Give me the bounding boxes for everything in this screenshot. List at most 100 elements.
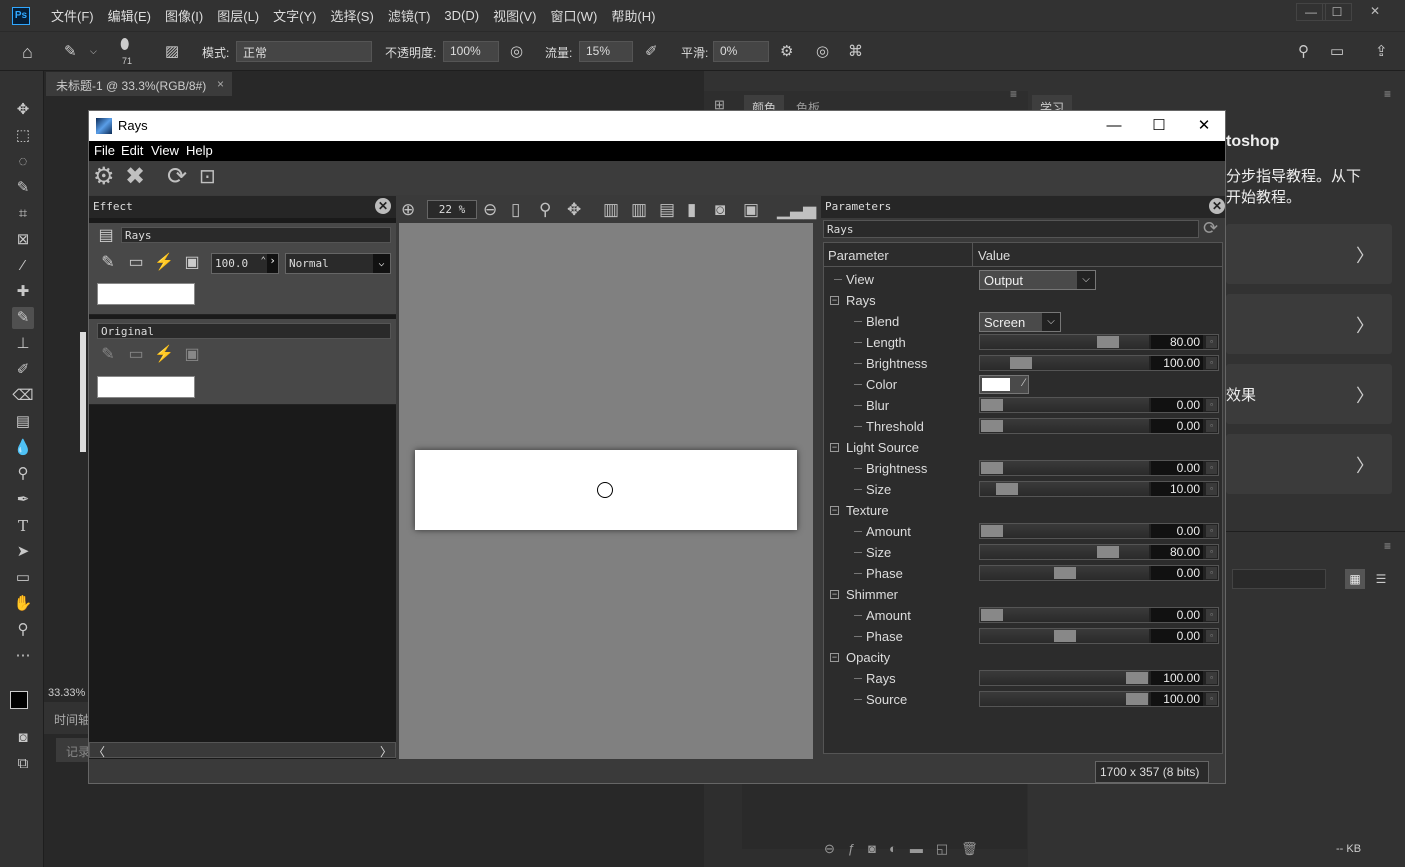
ps-menu-edit[interactable]: 编辑(E): [101, 6, 158, 25]
slider-track[interactable]: [980, 545, 1149, 559]
ps-menu-file[interactable]: 文件(F): [44, 6, 101, 25]
rays-maximize-button[interactable]: ☐: [1144, 116, 1174, 136]
document-tab[interactable]: 未标题-1 @ 33.3%(RGB/8#) ×: [46, 72, 232, 96]
pressure-size-icon[interactable]: ◎: [816, 42, 829, 60]
parameter-slider[interactable]: 100.00 ▫: [979, 355, 1219, 371]
collapse-icon[interactable]: −: [830, 590, 839, 599]
rays-minimize-button[interactable]: —: [1099, 116, 1129, 136]
slider-knob[interactable]: [1054, 567, 1076, 579]
eyedropper-tool-icon[interactable]: ⁄: [12, 255, 34, 277]
slider-knob[interactable]: [1054, 630, 1076, 642]
amount-spinner[interactable]: 100.0 ⌃ ›: [211, 253, 279, 274]
color-swatch[interactable]: [982, 378, 1010, 391]
mode-select[interactable]: 正常: [236, 41, 372, 62]
zoom-readout[interactable]: 33.33%: [48, 687, 85, 699]
chevron-left-icon[interactable]: 〈: [93, 743, 105, 760]
light-source-handle[interactable]: [597, 482, 613, 498]
slider-track[interactable]: [980, 398, 1149, 412]
learn-card-1[interactable]: 〉: [1226, 224, 1392, 284]
parameter-slider[interactable]: 0.00 ▫: [979, 418, 1219, 434]
close-icon[interactable]: ✕: [375, 198, 391, 214]
preview-canvas[interactable]: [399, 223, 813, 759]
slider-track[interactable]: [980, 356, 1149, 370]
slider-track[interactable]: [980, 671, 1149, 685]
chevron-right-icon[interactable]: ›: [267, 254, 278, 273]
page-icon[interactable]: ▮: [687, 199, 696, 221]
effect-hscrollbar[interactable]: 〈 〉: [89, 742, 396, 760]
rays-close-button[interactable]: ✕: [1189, 116, 1219, 136]
history-brush-tool-icon[interactable]: ✐: [12, 359, 34, 381]
slider-knob[interactable]: [981, 462, 1003, 474]
ps-menu-select[interactable]: 选择(S): [323, 6, 380, 25]
ps-menu-window[interactable]: 窗口(W): [543, 6, 604, 25]
brush-tool-icon[interactable]: ✎: [64, 42, 77, 60]
parameter-slider[interactable]: 80.00 ▫: [979, 544, 1219, 560]
grid-view-icon[interactable]: ▦: [1345, 569, 1365, 589]
quick-mask-icon[interactable]: ◙: [12, 727, 34, 749]
spin-icon[interactable]: ▫: [1206, 336, 1217, 348]
spin-icon[interactable]: ▫: [1206, 462, 1217, 474]
spin-icon[interactable]: ▫: [1206, 399, 1217, 411]
pressure-opacity-icon[interactable]: ◎: [510, 42, 523, 60]
slider-knob[interactable]: [1097, 546, 1119, 558]
spin-icon[interactable]: ▫: [1206, 525, 1217, 537]
library-select[interactable]: [1232, 569, 1326, 589]
list-view-icon[interactable]: ☰: [1371, 569, 1391, 589]
chevron-right-icon[interactable]: 〉: [380, 743, 392, 760]
parameter-slider[interactable]: 0.00 ▫: [979, 565, 1219, 581]
eraser-tool-icon[interactable]: ⌫: [12, 385, 34, 407]
parameter-slider[interactable]: 0.00 ▫: [979, 460, 1219, 476]
spin-icon[interactable]: ▫: [1206, 567, 1217, 579]
slider-knob[interactable]: [1126, 672, 1148, 684]
panel-menu-icon[interactable]: ≡: [1010, 87, 1017, 101]
flow-field[interactable]: 15%: [579, 41, 633, 62]
slider-track[interactable]: [980, 692, 1149, 706]
lightning-icon[interactable]: ⚡: [153, 252, 175, 274]
effect-layer-rays[interactable]: ▤ Rays ✎ ▭ ⚡ ▣ 100.0 ⌃ › Normal ⌵: [89, 223, 396, 315]
rays-menu-file[interactable]: File: [94, 143, 115, 158]
rays-menu-view[interactable]: View: [151, 143, 179, 158]
camera-icon[interactable]: ◙: [715, 199, 725, 221]
slider-value[interactable]: 0.00: [1151, 461, 1203, 475]
zoom-out-icon[interactable]: ⊖: [483, 199, 497, 221]
parameter-combo[interactable]: Screen ⌵: [979, 312, 1061, 332]
slider-value[interactable]: 100.00: [1151, 692, 1203, 706]
spin-icon[interactable]: ▫: [1206, 483, 1217, 495]
slider-knob[interactable]: [981, 609, 1003, 621]
zoom-in-icon[interactable]: ⊕: [401, 199, 415, 221]
ps-menu-image[interactable]: 图像(I): [158, 6, 210, 25]
symmetry-icon[interactable]: ⌘: [848, 42, 863, 60]
frame-tool-icon[interactable]: ⊠: [12, 229, 34, 251]
close-icon[interactable]: ×: [217, 77, 224, 91]
slider-track[interactable]: [980, 608, 1149, 622]
parameter-slider[interactable]: 0.00 ▫: [979, 628, 1219, 644]
slider-value[interactable]: 100.00: [1151, 356, 1203, 370]
single-view-icon[interactable]: ▤: [659, 199, 675, 221]
learn-card-3[interactable]: 效果 〉: [1226, 364, 1392, 424]
pen-tool-icon[interactable]: ✒: [12, 489, 34, 511]
collapse-icon[interactable]: −: [830, 506, 839, 515]
edit-icon[interactable]: ✎: [97, 252, 119, 274]
slider-value[interactable]: 10.00: [1151, 482, 1203, 496]
type-tool-icon[interactable]: T: [12, 515, 34, 537]
slider-value[interactable]: 0.00: [1151, 524, 1203, 538]
move-tool-icon[interactable]: ✥: [12, 99, 34, 121]
slider-knob[interactable]: [981, 420, 1003, 432]
slider-track[interactable]: [980, 524, 1149, 538]
spin-icon[interactable]: ▫: [1206, 420, 1217, 432]
preset-field[interactable]: Rays: [823, 220, 1199, 238]
parameter-slider[interactable]: 0.00 ▫: [979, 607, 1219, 623]
mask-icon[interactable]: ▣: [181, 252, 203, 274]
airbrush-icon[interactable]: ✐: [645, 42, 658, 60]
ps-menu-type[interactable]: 文字(Y): [266, 6, 323, 25]
collapse-icon[interactable]: −: [830, 296, 839, 305]
ps-maximize-button[interactable]: ☐: [1322, 3, 1352, 21]
parameter-slider[interactable]: 100.00 ▫: [979, 670, 1219, 686]
learn-menu-icon[interactable]: ≡: [1384, 87, 1391, 101]
rays-menu-help[interactable]: Help: [186, 143, 213, 158]
preview-image[interactable]: [415, 450, 797, 530]
spin-icon[interactable]: ▫: [1206, 630, 1217, 642]
parameter-slider[interactable]: 100.00 ▫: [979, 691, 1219, 707]
chevron-down-icon[interactable]: ⌵: [90, 46, 97, 57]
gradient-tool-icon[interactable]: ▤: [12, 411, 34, 433]
